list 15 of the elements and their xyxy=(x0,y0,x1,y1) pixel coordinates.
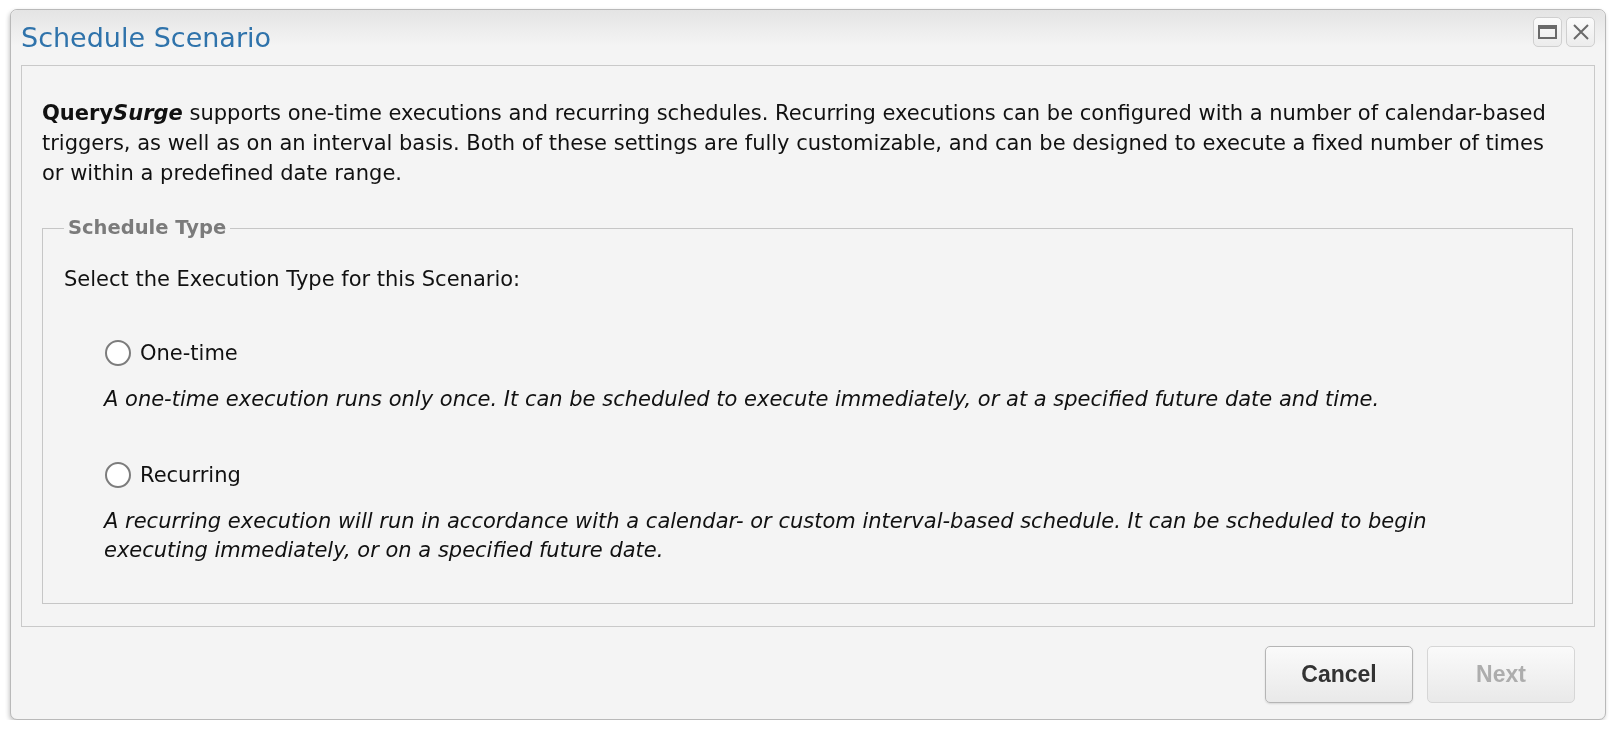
dialog-button[interactable]: Cancel xyxy=(1265,646,1413,703)
intro-paragraph: QuerySurge supports one-time executions and recurring schedules. Recurring executions can be configured with a number of calendar-based triggers, as well as on an interval basis. Both of these settings are fully customizable, and can be designed to execute a fixed number of times or within a predefined date range. xyxy=(42,100,1547,187)
close-button[interactable] xyxy=(1566,17,1595,47)
radio-button[interactable] xyxy=(105,462,131,488)
window-title: Schedule Scenario xyxy=(21,21,272,55)
group-legend: Schedule Type xyxy=(64,217,231,239)
maximize-button[interactable] xyxy=(1533,17,1562,47)
option-label[interactable]: One-time xyxy=(140,338,238,368)
maximize-icon xyxy=(1538,25,1557,39)
close-icon xyxy=(1572,24,1589,40)
option-description: A one-time execution runs only once. It can be scheduled to execute immediately, or at a specified future date and time. xyxy=(104,386,1381,413)
option-description: A recurring execution will run in accordance with a calendar- or custom interval-based schedule. It can be scheduled to begin executing immediately, or on a specified future date. xyxy=(104,508,1428,564)
radio-button[interactable] xyxy=(105,340,131,366)
option-label[interactable]: Recurring xyxy=(140,460,241,490)
prompt-text: Select the Execution Type for this Scenario: xyxy=(64,266,522,293)
